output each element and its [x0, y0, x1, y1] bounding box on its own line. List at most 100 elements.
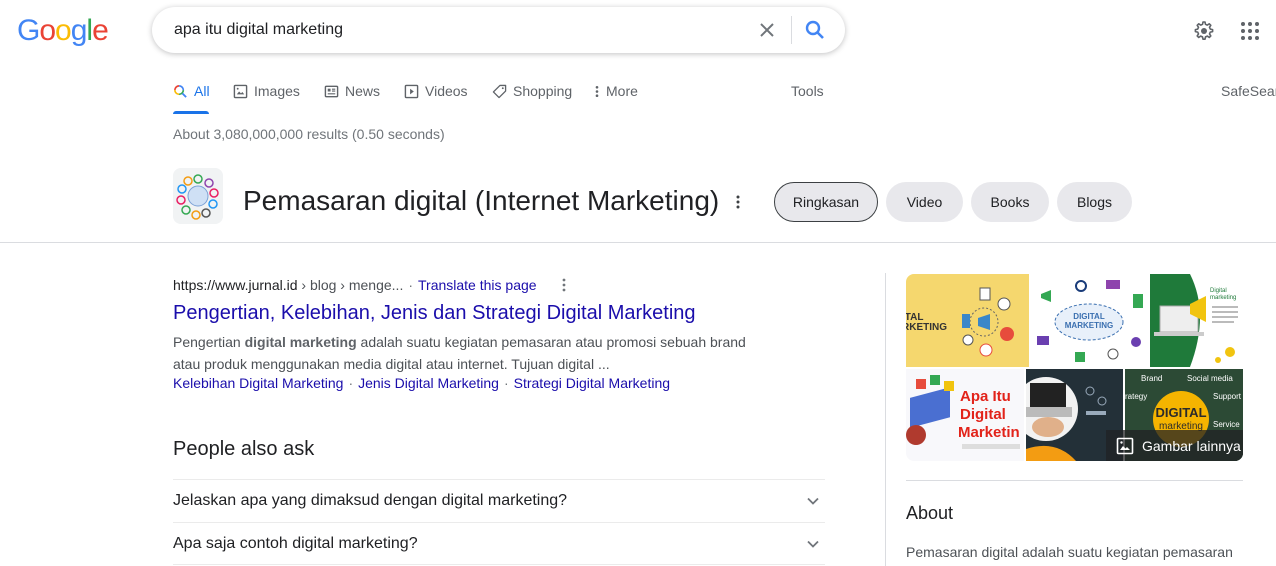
- more-vert-icon: [595, 85, 599, 97]
- more-vert-icon: [562, 278, 566, 292]
- svg-text:Support: Support: [1213, 392, 1242, 401]
- svg-text:Brand: Brand: [1141, 374, 1162, 383]
- tab-images[interactable]: Images: [233, 80, 300, 102]
- tab-label: Shopping: [513, 83, 573, 99]
- svg-text:Marketin: Marketin: [958, 424, 1020, 441]
- chip-books[interactable]: Books: [971, 182, 1049, 222]
- entity-title: Pemasaran digital (Internet Marketing): [243, 185, 720, 216]
- people-also-ask-list: Jelaskan apa yang dimaksud dengan digita…: [173, 479, 825, 565]
- news-icon: [324, 85, 339, 97]
- svg-text:Service: Service: [1213, 420, 1240, 429]
- play-icon: [404, 84, 419, 98]
- image-thumbnail[interactable]: ITAL RKETING: [906, 274, 1029, 367]
- result-snippet: Pengertian digital marketing adalah suat…: [173, 331, 773, 375]
- sitelink[interactable]: Strategi Digital Marketing: [514, 375, 670, 391]
- sitelinks: Kelebihan Digital Marketing · Jenis Digita…: [173, 375, 670, 391]
- gear-icon: [1194, 21, 1214, 40]
- result-stats: About 3,080,000,000 results (0.50 second…: [173, 126, 445, 142]
- search-input[interactable]: [174, 17, 734, 43]
- logo-letter: o: [39, 14, 56, 47]
- question-text: Apa saja contoh digital marketing?: [173, 534, 418, 552]
- question-text: Jelaskan apa yang dimaksud dengan digita…: [173, 492, 568, 509]
- people-also-ask-heading: People also ask: [173, 438, 315, 460]
- logo-letter: G: [17, 14, 40, 47]
- svg-text:Digital: Digital: [1210, 288, 1227, 294]
- svg-text:Digital: Digital: [960, 406, 1006, 423]
- tab-label: More: [606, 83, 638, 99]
- about-heading: About: [906, 503, 954, 523]
- result-more-options-button[interactable]: [557, 276, 571, 294]
- tab-shopping[interactable]: Shopping: [492, 80, 572, 102]
- paa-question[interactable]: Jelaskan apa yang dimaksud dengan digita…: [173, 479, 825, 522]
- search-box: [152, 7, 845, 53]
- chevron-down-icon: [807, 497, 819, 505]
- chevron-down-icon: [807, 540, 819, 548]
- apa-itu-digital-marketing-image: Apa Itu Digital Marketin: [906, 375, 1020, 449]
- svg-text:Apa Itu: Apa Itu: [960, 388, 1011, 405]
- svg-text:MARKETING: MARKETING: [1065, 321, 1113, 330]
- snippet-text: Pengertian: [173, 334, 245, 350]
- result-title-link[interactable]: Pengertian, Kelebihan, Jenis dan Strateg…: [173, 302, 696, 325]
- tab-label: Images: [254, 83, 300, 99]
- more-images-button[interactable]: Gambar lainnya: [1106, 430, 1243, 461]
- svg-text:rategy: rategy: [1125, 392, 1147, 401]
- sitelink[interactable]: Kelebihan Digital Marketing: [173, 375, 343, 391]
- digital-marketing-image: DIGITAL MARKETING: [1037, 280, 1143, 362]
- google-apps-button[interactable]: [1238, 19, 1262, 43]
- tab-all[interactable]: All: [173, 80, 210, 102]
- logo-letter: e: [92, 14, 109, 47]
- google-logo[interactable]: Google: [17, 14, 109, 48]
- result-domain[interactable]: https://www.jurnal.id: [173, 277, 298, 293]
- chip-video[interactable]: Video: [886, 182, 963, 222]
- search-icon: [805, 20, 824, 39]
- result-citation: https://www.jurnal.id › blog › menge... ·…: [173, 277, 537, 293]
- digital-marketing-image: ITAL RKETING: [906, 287, 1014, 357]
- safesearch-button[interactable]: SafeSear: [1221, 83, 1276, 99]
- image-icon: [1116, 437, 1134, 454]
- digital-marketing-diagram-image: [173, 168, 223, 224]
- image-icon: [233, 84, 248, 98]
- chip-ringkasan[interactable]: Ringkasan: [774, 182, 878, 222]
- divider: [906, 480, 1243, 481]
- svg-text:DIGITAL: DIGITAL: [1073, 312, 1105, 321]
- search-icon: [174, 84, 187, 98]
- separator: ·: [408, 277, 413, 293]
- more-vert-icon: [736, 195, 740, 209]
- svg-text:RKETING: RKETING: [906, 322, 947, 333]
- paa-question[interactable]: Apa saja contoh digital marketing?: [173, 522, 825, 565]
- active-tab-indicator: [173, 111, 209, 114]
- search-button[interactable]: [803, 18, 827, 42]
- separator: ·: [348, 375, 354, 391]
- entity-thumbnail[interactable]: [173, 168, 223, 224]
- tab-videos[interactable]: Videos: [404, 80, 468, 102]
- searchbox-divider: [791, 16, 792, 44]
- separator: ·: [503, 375, 509, 391]
- sitelink[interactable]: Jenis Digital Marketing: [358, 375, 499, 391]
- image-thumbnail[interactable]: Digital marketing: [1150, 274, 1243, 367]
- divider: [0, 242, 1276, 243]
- svg-text:Social media: Social media: [1187, 374, 1233, 383]
- digital-marketing-image: Digital marketing: [1150, 274, 1238, 367]
- tab-news[interactable]: News: [324, 80, 380, 102]
- logo-letter: g: [70, 14, 88, 47]
- clear-search-button[interactable]: [755, 18, 779, 42]
- chip-blogs[interactable]: Blogs: [1057, 182, 1132, 222]
- more-images-label: Gambar lainnya: [1142, 437, 1241, 454]
- tab-label: All: [194, 83, 210, 99]
- tab-more[interactable]: More: [594, 80, 638, 102]
- tab-label: News: [345, 83, 381, 99]
- snippet-highlight: digital marketing: [244, 334, 357, 350]
- entity-more-options-button[interactable]: [730, 192, 746, 212]
- tag-icon: [492, 84, 507, 98]
- tools-button[interactable]: Tools: [791, 83, 824, 99]
- logo-letter: o: [55, 14, 72, 47]
- svg-text:marketing: marketing: [1210, 295, 1236, 301]
- image-thumbnail[interactable]: DIGITAL MARKETING: [1031, 274, 1148, 367]
- settings-button[interactable]: [1192, 19, 1216, 43]
- tab-label: Videos: [425, 83, 468, 99]
- about-description: Pemasaran digital adalah suatu kegiatan …: [906, 544, 1233, 560]
- apps-grid-icon: [1241, 22, 1259, 40]
- translate-link[interactable]: Translate this page: [418, 277, 537, 293]
- image-thumbnail[interactable]: Apa Itu Digital Marketin: [906, 369, 1024, 461]
- close-icon: [760, 23, 774, 37]
